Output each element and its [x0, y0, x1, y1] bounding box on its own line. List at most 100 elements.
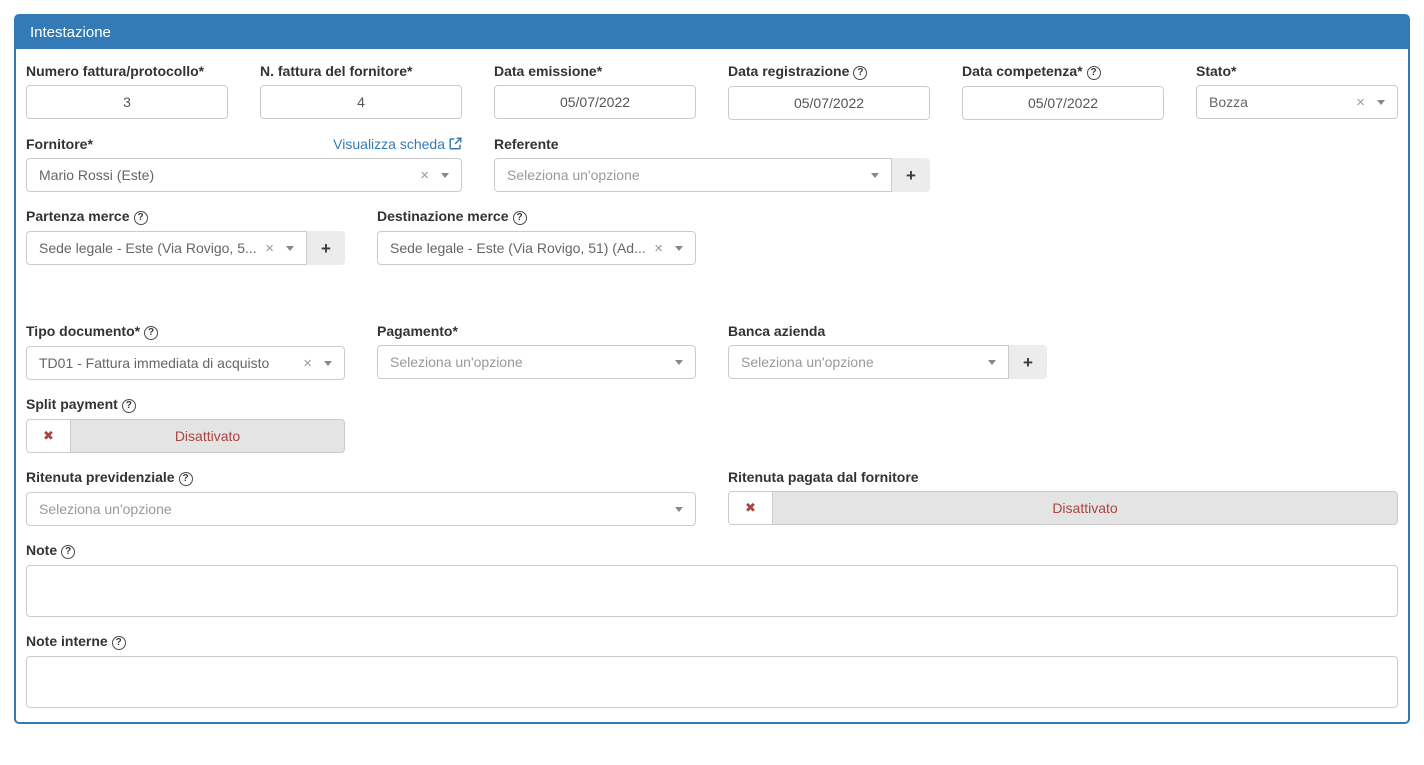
x-icon: ✖	[745, 500, 756, 516]
row-merce: Partenza merce? Sede legale - Este (Via …	[10, 208, 1414, 281]
partenza-merce-selected-value: Sede legale - Este (Via Rovigo, 5...	[39, 240, 257, 256]
stato-selected-value: Bozza	[1209, 94, 1348, 110]
field-destinazione-merce: Destinazione merce? Sede legale - Este (…	[361, 208, 712, 265]
field-numero-fattura-protocollo: Numero fattura/protocollo*	[10, 63, 244, 120]
row-ritenute: Ritenuta previdenziale? Seleziona un'opz…	[10, 469, 1414, 542]
split-payment-toggle[interactable]: ✖ Disattivato	[26, 419, 345, 453]
field-banca-azienda: Banca azienda Seleziona un'opzione +	[712, 323, 1063, 380]
fornitore-select[interactable]: Mario Rossi (Este) ×	[26, 158, 462, 192]
panel-body: Numero fattura/protocollo* N. fattura de…	[16, 49, 1408, 722]
tipo-documento-selected-value: TD01 - Fattura immediata di acquisto	[39, 355, 295, 371]
numero-fattura-input[interactable]	[26, 85, 228, 119]
referente-placeholder: Seleziona un'opzione	[507, 167, 871, 183]
clear-icon[interactable]: ×	[420, 168, 429, 183]
data-registrazione-input[interactable]	[728, 86, 930, 120]
field-note-interne: Note interne?	[10, 633, 1414, 708]
partenza-merce-select[interactable]: Sede legale - Este (Via Rovigo, 5... ×	[26, 231, 307, 265]
field-fornitore: Fornitore* Visualizza scheda Mario Rossi…	[10, 136, 478, 192]
note-interne-textarea[interactable]	[26, 656, 1398, 708]
x-icon: ✖	[43, 428, 54, 444]
help-icon[interactable]: ?	[134, 211, 148, 225]
clear-icon[interactable]: ×	[654, 241, 663, 256]
toggle-handle: ✖	[27, 420, 71, 452]
field-n-fattura-fornitore: N. fattura del fornitore*	[244, 63, 478, 120]
data-competenza-input[interactable]	[962, 86, 1164, 120]
ritenuta-pagata-label: Ritenuta pagata dal fornitore	[728, 469, 1398, 485]
help-icon[interactable]: ?	[144, 326, 158, 340]
field-data-competenza: Data competenza*?	[946, 63, 1180, 120]
referente-label: Referente	[494, 136, 930, 152]
help-icon[interactable]: ?	[179, 472, 193, 486]
stato-select[interactable]: Bozza ×	[1196, 85, 1398, 119]
fornitore-label: Fornitore*	[26, 136, 93, 152]
field-pagamento: Pagamento* Seleziona un'opzione	[361, 323, 712, 380]
ritenuta-previdenziale-placeholder: Seleziona un'opzione	[39, 501, 675, 517]
ritenuta-pagata-toggle[interactable]: ✖ Disattivato	[728, 491, 1398, 525]
plus-icon: +	[321, 239, 331, 258]
clear-icon[interactable]: ×	[265, 241, 274, 256]
row-documento-pagamento: Tipo documento*? TD01 - Fattura immediat…	[10, 323, 1414, 396]
add-banca-azienda-button[interactable]: +	[1009, 345, 1047, 379]
plus-icon: +	[906, 166, 916, 185]
destinazione-merce-selected-value: Sede legale - Este (Via Rovigo, 51) (Ad.…	[390, 240, 646, 256]
n-fattura-fornitore-label: N. fattura del fornitore*	[260, 63, 462, 79]
add-partenza-merce-button[interactable]: +	[307, 231, 345, 265]
banca-azienda-select[interactable]: Seleziona un'opzione	[728, 345, 1009, 379]
ritenuta-previdenziale-select[interactable]: Seleziona un'opzione	[26, 492, 696, 526]
help-icon[interactable]: ?	[853, 66, 867, 80]
referente-select[interactable]: Seleziona un'opzione	[494, 158, 892, 192]
fornitore-selected-value: Mario Rossi (Este)	[39, 167, 412, 183]
pagamento-placeholder: Seleziona un'opzione	[390, 354, 675, 370]
caret-down-icon	[988, 360, 996, 365]
section-spacer	[26, 281, 1398, 323]
caret-down-icon	[675, 246, 683, 251]
external-link-icon	[449, 137, 462, 150]
field-tipo-documento: Tipo documento*? TD01 - Fattura immediat…	[10, 323, 361, 380]
field-split-payment: Split payment? ✖ Disattivato	[10, 396, 361, 453]
ritenuta-pagata-state: Disattivato	[773, 492, 1397, 524]
n-fattura-fornitore-input[interactable]	[260, 85, 462, 119]
numero-fattura-label: Numero fattura/protocollo*	[26, 63, 228, 79]
clear-icon[interactable]: ×	[1356, 95, 1365, 110]
row-note-interne: Note interne?	[10, 633, 1414, 710]
field-ritenuta-pagata: Ritenuta pagata dal fornitore ✖ Disattiv…	[712, 469, 1414, 526]
help-icon[interactable]: ?	[61, 545, 75, 559]
visualizza-scheda-link[interactable]: Visualizza scheda	[333, 136, 462, 152]
caret-down-icon	[324, 361, 332, 366]
help-icon[interactable]: ?	[513, 211, 527, 225]
panel-header: Intestazione	[16, 16, 1408, 49]
help-icon[interactable]: ?	[1087, 66, 1101, 80]
tipo-documento-select[interactable]: TD01 - Fattura immediata di acquisto ×	[26, 346, 345, 380]
caret-down-icon	[441, 173, 449, 178]
field-referente: Referente Seleziona un'opzione +	[478, 136, 946, 192]
row-fornitore-referente: Fornitore* Visualizza scheda Mario Rossi…	[10, 136, 1414, 208]
field-partenza-merce: Partenza merce? Sede legale - Este (Via …	[10, 208, 361, 265]
field-stato: Stato* Bozza ×	[1180, 63, 1414, 120]
partenza-merce-label: Partenza merce?	[26, 208, 345, 225]
note-interne-label: Note interne?	[26, 633, 1398, 650]
intestazione-panel: Intestazione Numero fattura/protocollo* …	[14, 14, 1410, 724]
caret-down-icon	[675, 507, 683, 512]
split-payment-label: Split payment?	[26, 396, 345, 413]
data-emissione-input[interactable]	[494, 85, 696, 119]
caret-down-icon	[871, 173, 879, 178]
row-header-fields: Numero fattura/protocollo* N. fattura de…	[10, 63, 1414, 136]
split-payment-state: Disattivato	[71, 420, 344, 452]
destinazione-merce-select[interactable]: Sede legale - Este (Via Rovigo, 51) (Ad.…	[377, 231, 696, 265]
pagamento-select[interactable]: Seleziona un'opzione	[377, 345, 696, 379]
plus-icon: +	[1023, 353, 1033, 372]
row-note: Note?	[10, 542, 1414, 633]
caret-down-icon	[675, 360, 683, 365]
clear-icon[interactable]: ×	[303, 356, 312, 371]
help-icon[interactable]: ?	[122, 399, 136, 413]
data-competenza-label: Data competenza*?	[962, 63, 1164, 80]
pagamento-label: Pagamento*	[377, 323, 696, 339]
note-textarea[interactable]	[26, 565, 1398, 617]
add-referente-button[interactable]: +	[892, 158, 930, 192]
data-emissione-label: Data emissione*	[494, 63, 696, 79]
panel-title: Intestazione	[30, 24, 111, 41]
field-ritenuta-previdenziale: Ritenuta previdenziale? Seleziona un'opz…	[10, 469, 712, 526]
caret-down-icon	[286, 246, 294, 251]
help-icon[interactable]: ?	[112, 636, 126, 650]
ritenuta-previdenziale-label: Ritenuta previdenziale?	[26, 469, 696, 486]
